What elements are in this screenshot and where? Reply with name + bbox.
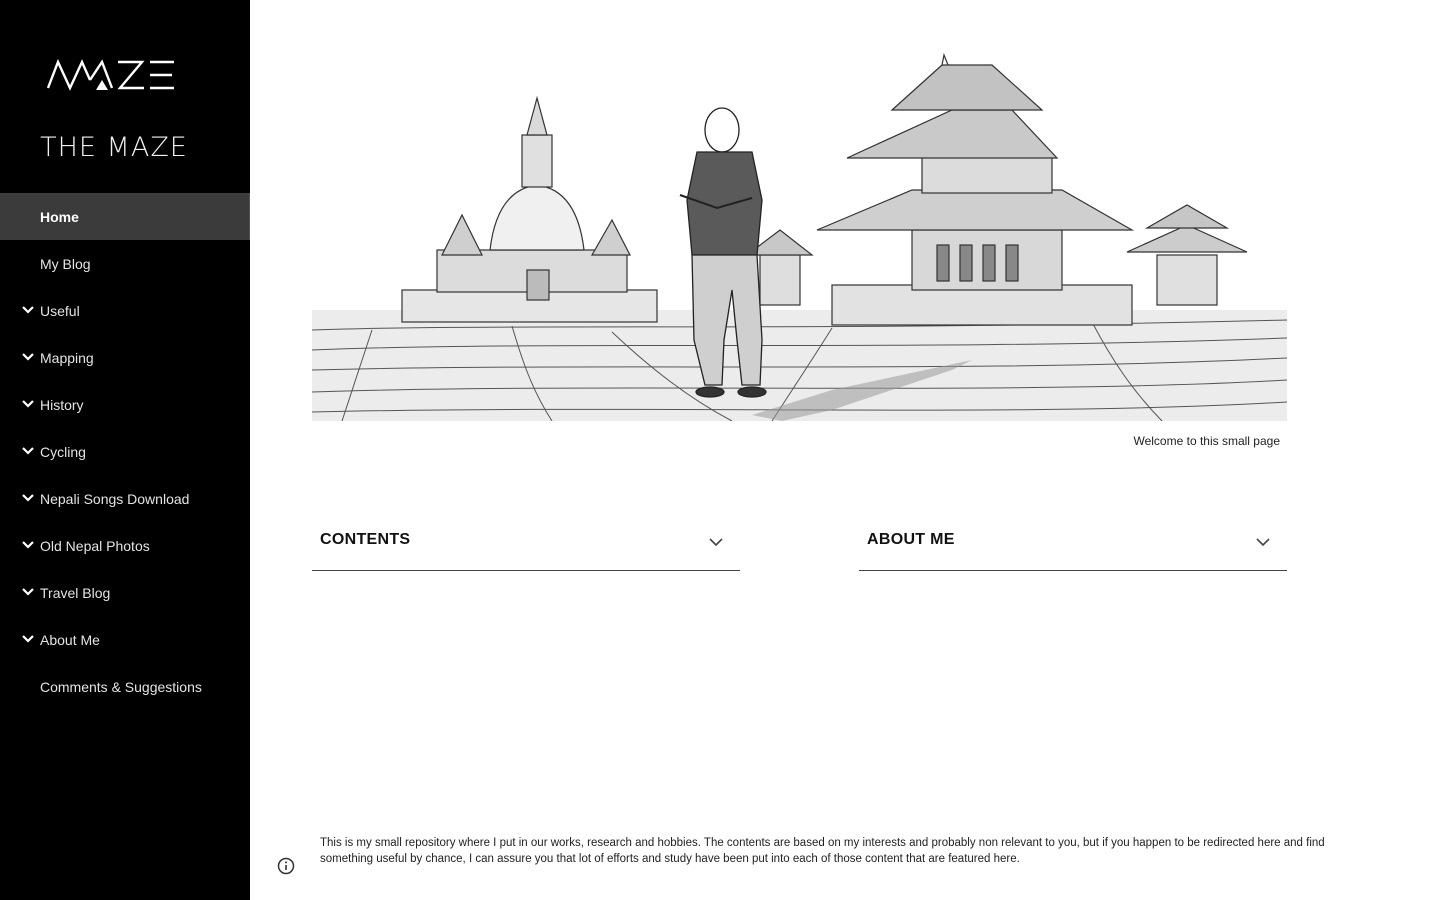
chevron-down-icon[interactable] — [21, 492, 35, 504]
section-title: CONTENTS — [320, 531, 411, 548]
sidebar-item-label: Old Nepal Photos — [40, 537, 150, 554]
sidebar-item-label: Home — [40, 208, 79, 225]
info-icon[interactable] — [277, 857, 295, 875]
site-logo[interactable] — [46, 58, 178, 94]
chevron-down-icon[interactable] — [21, 304, 35, 316]
about-me-section-toggle[interactable]: ABOUT ME — [859, 520, 1287, 571]
sidebar-item-comments-suggestions[interactable]: Comments & Suggestions — [0, 663, 250, 710]
chevron-down-icon[interactable] — [21, 539, 35, 551]
sidebar-item-travel-blog[interactable]: Travel Blog — [0, 569, 250, 616]
hero-caption: Welcome to this small page — [1133, 434, 1280, 448]
sidebar-item-label: My Blog — [40, 255, 91, 272]
site-title[interactable]: THE MAZE — [0, 132, 228, 163]
sidebar-item-label: Nepali Songs Download — [40, 490, 190, 507]
sidebar-nav: Home My Blog Useful Mapping History Cycl… — [0, 193, 250, 710]
section-title: ABOUT ME — [867, 531, 955, 548]
contents-section-toggle[interactable]: CONTENTS — [312, 520, 740, 571]
chevron-down-icon[interactable] — [21, 633, 35, 645]
stupa-sketch — [401, 95, 658, 323]
sidebar-item-mapping[interactable]: Mapping — [0, 334, 250, 381]
sidebar-item-nepali-songs-download[interactable]: Nepali Songs Download — [0, 475, 250, 522]
sidebar-item-label: Comments & Suggestions — [40, 678, 202, 695]
sidebar-item-label: Mapping — [40, 349, 94, 366]
sidebar-item-about-me[interactable]: About Me — [0, 616, 250, 663]
main-content: Welcome to this small page CONTENTS ABOU… — [250, 0, 1440, 900]
sidebar-item-cycling[interactable]: Cycling — [0, 428, 250, 475]
chevron-down-icon — [709, 538, 723, 547]
sidebar-item-my-blog[interactable]: My Blog — [0, 240, 250, 287]
sidebar: THE MAZE Home My Blog Useful Mapping His… — [0, 0, 250, 900]
sidebar-item-history[interactable]: History — [0, 381, 250, 428]
sidebar-item-old-nepal-photos[interactable]: Old Nepal Photos — [0, 522, 250, 569]
chevron-down-icon[interactable] — [21, 586, 35, 598]
chevron-down-icon[interactable] — [21, 398, 35, 410]
sidebar-item-label: History — [40, 396, 84, 413]
chevron-down-icon — [1256, 538, 1270, 547]
chevron-down-icon[interactable] — [21, 445, 35, 457]
sidebar-item-label: Travel Blog — [40, 584, 111, 601]
sidebar-item-home[interactable]: Home — [0, 193, 250, 240]
sidebar-item-label: Cycling — [40, 443, 86, 460]
chevron-down-icon[interactable] — [21, 351, 35, 363]
site-description: This is my small repository where I put … — [320, 837, 1325, 865]
sidebar-item-label: About Me — [40, 631, 100, 648]
pagoda-temple-sketch — [745, 52, 1248, 326]
sidebar-item-label: Useful — [40, 302, 80, 319]
sidebar-item-useful[interactable]: Useful — [0, 287, 250, 334]
hero-sketch-image — [312, 40, 1287, 421]
